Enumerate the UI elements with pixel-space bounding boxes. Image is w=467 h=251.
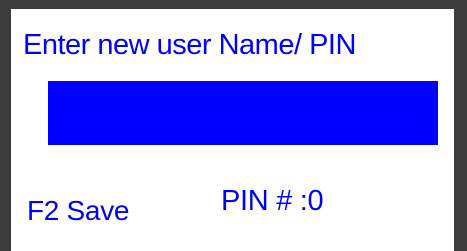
f2-save-softkey[interactable]: F2 Save [27, 197, 129, 225]
lcd-bezel: Enter new user Name/ PIN F2 Save PIN # :… [0, 0, 467, 251]
name-pin-input[interactable] [48, 81, 438, 145]
pin-readout: PIN # :0 [221, 185, 324, 217]
prompt-title: Enter new user Name/ PIN [23, 29, 356, 61]
lcd-screen: Enter new user Name/ PIN F2 Save PIN # :… [11, 9, 454, 251]
